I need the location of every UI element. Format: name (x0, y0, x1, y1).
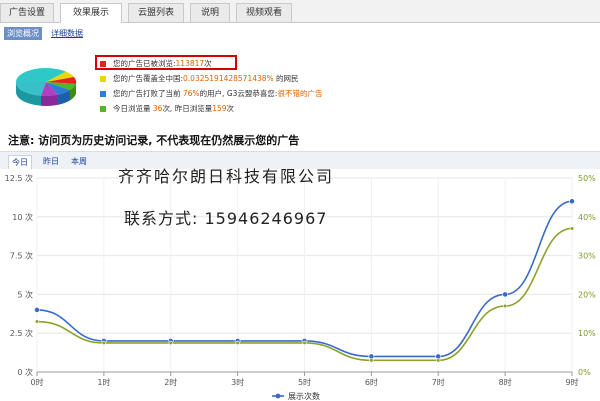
y-tick-label-right: 10% (578, 329, 596, 338)
data-point (502, 291, 509, 298)
stat-coverage: 您的广告覆盖全中国:0.0325191428571438% 的网民 (100, 72, 299, 85)
y-tick-label-right: 0% (578, 368, 591, 377)
y-tick-label-left: 0 次 (17, 367, 33, 377)
y-tick-label-left: 5 次 (17, 289, 33, 299)
contact-overlay: 联系方式: 15946246967 (124, 209, 328, 228)
data-point (569, 198, 575, 205)
x-tick-label: 7时 (432, 377, 445, 387)
tab-this-week[interactable]: 本周 (68, 155, 90, 168)
y-tick-label-right: 40% (578, 213, 596, 222)
data-point (168, 340, 173, 345)
data-point (436, 358, 441, 363)
y-tick-label-left: 2.5 次 (10, 328, 33, 338)
y-tick-label-right: 30% (578, 252, 596, 261)
data-point (503, 303, 508, 309)
tab-alliance-list[interactable]: 云盟列表 (128, 3, 184, 22)
data-point (302, 340, 307, 345)
yellow-square-icon (100, 76, 106, 82)
x-tick-label: 2时 (164, 377, 177, 387)
y-tick-label-right: 50% (578, 174, 596, 183)
subtab-details[interactable]: 详细数据 (48, 27, 86, 40)
x-tick-label: 1时 (97, 377, 110, 387)
tab-video[interactable]: 视频观看 (236, 3, 292, 22)
company-name-overlay: 齐齐哈尔朗日科技有限公司 (118, 167, 335, 186)
pie-chart-graphic (16, 68, 77, 106)
x-tick-label: 3时 (231, 377, 244, 387)
legend-label: 展示次数 (288, 391, 320, 401)
stat-rank: 您的广告打败了当前 76%的用户, G3云盟恭喜您:很不错的广告 (100, 87, 322, 100)
y-tick-label-left: 10 次 (12, 212, 33, 222)
data-point (569, 226, 575, 231)
hourly-views-chart: 0 次 2.5 次 5 次 7.5 次 10 次 12.5 次 0% 10% 20% 30% 40%… (5, 173, 597, 401)
blue-square-icon (100, 91, 106, 97)
sub-tabs: 浏览概况 详细数据 (0, 27, 600, 41)
x-tick-label: 5时 (298, 377, 311, 387)
x-tick-label: 6时 (365, 377, 378, 387)
x-tick-label: 8时 (499, 377, 512, 387)
green-square-icon (100, 106, 106, 112)
tab-yesterday[interactable]: 昨日 (40, 155, 62, 168)
tab-today[interactable]: 今日 (8, 155, 32, 169)
highlight-box (95, 55, 237, 70)
tab-ad-settings[interactable]: 广告设置 (0, 3, 54, 22)
stat-daily-views: 今日浏览量 36次, 昨日浏览量159次 (100, 102, 234, 115)
y-tick-label-left: 7.5 次 (10, 251, 33, 261)
top-tab-bar: 广告设置 效果展示 云盟列表 说明 视频观看 (0, 0, 600, 23)
data-point (235, 340, 240, 345)
subtab-overview[interactable]: 浏览概况 (4, 27, 42, 40)
legend-marker (275, 393, 281, 399)
data-point (369, 358, 374, 363)
data-point (101, 340, 106, 345)
data-point (34, 319, 40, 324)
tab-effect-display[interactable]: 效果展示 (60, 3, 122, 23)
data-point (34, 307, 40, 313)
x-tick-label: 0时 (30, 377, 43, 387)
x-tick-label: 9时 (565, 377, 578, 387)
tab-instructions[interactable]: 说明 (190, 3, 230, 22)
history-notice: 注意: 访问页为历史访问记录, 不代表现在仍然展示您的广告 (8, 134, 300, 147)
y-tick-label-right: 20% (578, 290, 596, 299)
y-tick-label-left: 12.5 次 (5, 173, 33, 183)
